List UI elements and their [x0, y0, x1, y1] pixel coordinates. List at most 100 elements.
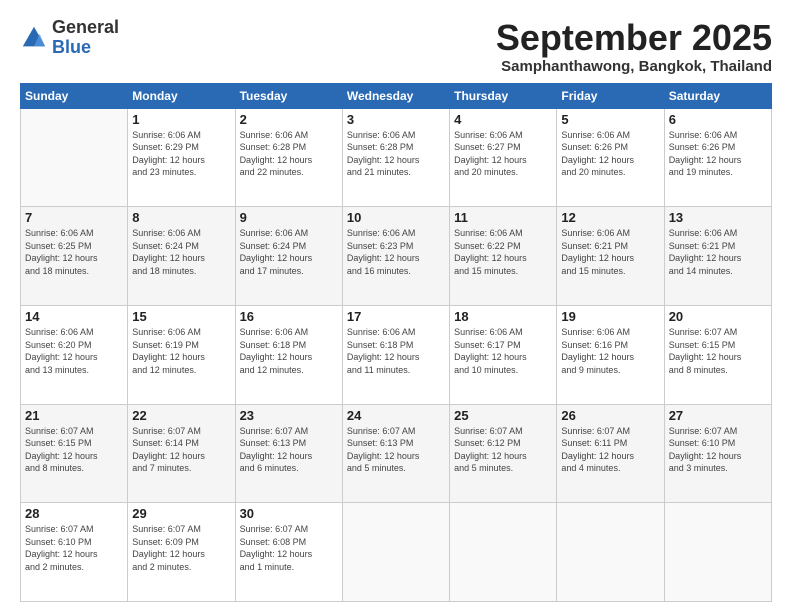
table-row: 11 Sunrise: 6:06 AM Sunset: 6:22 PM Dayli… [450, 207, 557, 306]
calendar-week-row: 14 Sunrise: 6:06 AM Sunset: 6:20 PM Dayli… [21, 305, 772, 404]
day-number: 25 [454, 408, 552, 423]
day-number: 3 [347, 112, 445, 127]
day-number: 4 [454, 112, 552, 127]
day-info: Sunrise: 6:06 AM Sunset: 6:21 PM Dayligh… [561, 227, 659, 277]
calendar-week-row: 21 Sunrise: 6:07 AM Sunset: 6:15 PM Dayli… [21, 404, 772, 503]
day-info: Sunrise: 6:06 AM Sunset: 6:28 PM Dayligh… [240, 129, 338, 179]
table-row: 12 Sunrise: 6:06 AM Sunset: 6:21 PM Dayli… [557, 207, 664, 306]
table-row: 24 Sunrise: 6:07 AM Sunset: 6:13 PM Dayli… [342, 404, 449, 503]
day-info: Sunrise: 6:06 AM Sunset: 6:29 PM Dayligh… [132, 129, 230, 179]
logo-icon [20, 24, 48, 52]
header-tuesday: Tuesday [235, 83, 342, 108]
table-row: 28 Sunrise: 6:07 AM Sunset: 6:10 PM Dayli… [21, 503, 128, 602]
day-number: 27 [669, 408, 767, 423]
title-block: September 2025 Samphanthawong, Bangkok, … [496, 18, 772, 75]
table-row: 30 Sunrise: 6:07 AM Sunset: 6:08 PM Dayli… [235, 503, 342, 602]
day-number: 5 [561, 112, 659, 127]
day-number: 28 [25, 506, 123, 521]
day-info: Sunrise: 6:06 AM Sunset: 6:27 PM Dayligh… [454, 129, 552, 179]
day-info: Sunrise: 6:07 AM Sunset: 6:15 PM Dayligh… [25, 425, 123, 475]
day-number: 16 [240, 309, 338, 324]
day-number: 9 [240, 210, 338, 225]
table-row: 10 Sunrise: 6:06 AM Sunset: 6:23 PM Dayli… [342, 207, 449, 306]
day-info: Sunrise: 6:07 AM Sunset: 6:13 PM Dayligh… [240, 425, 338, 475]
day-info: Sunrise: 6:07 AM Sunset: 6:10 PM Dayligh… [669, 425, 767, 475]
day-info: Sunrise: 6:06 AM Sunset: 6:22 PM Dayligh… [454, 227, 552, 277]
table-row: 21 Sunrise: 6:07 AM Sunset: 6:15 PM Dayli… [21, 404, 128, 503]
day-info: Sunrise: 6:06 AM Sunset: 6:21 PM Dayligh… [669, 227, 767, 277]
day-info: Sunrise: 6:06 AM Sunset: 6:19 PM Dayligh… [132, 326, 230, 376]
day-number: 30 [240, 506, 338, 521]
day-number: 20 [669, 309, 767, 324]
table-row: 2 Sunrise: 6:06 AM Sunset: 6:28 PM Daylig… [235, 108, 342, 207]
table-row: 1 Sunrise: 6:06 AM Sunset: 6:29 PM Daylig… [128, 108, 235, 207]
table-row: 18 Sunrise: 6:06 AM Sunset: 6:17 PM Dayli… [450, 305, 557, 404]
day-info: Sunrise: 6:07 AM Sunset: 6:14 PM Dayligh… [132, 425, 230, 475]
day-number: 10 [347, 210, 445, 225]
day-info: Sunrise: 6:06 AM Sunset: 6:24 PM Dayligh… [240, 227, 338, 277]
table-row: 17Sunrise: 6:06 AM Sunset: 6:18 PM Dayli… [342, 305, 449, 404]
day-info: Sunrise: 6:06 AM Sunset: 6:18 PM Dayligh… [240, 326, 338, 376]
table-row: 6 Sunrise: 6:06 AM Sunset: 6:26 PM Daylig… [664, 108, 771, 207]
table-row [450, 503, 557, 602]
table-row: 3 Sunrise: 6:06 AM Sunset: 6:28 PM Daylig… [342, 108, 449, 207]
table-row [557, 503, 664, 602]
day-info: Sunrise: 6:06 AM Sunset: 6:28 PM Dayligh… [347, 129, 445, 179]
table-row: 14 Sunrise: 6:06 AM Sunset: 6:20 PM Dayli… [21, 305, 128, 404]
month-title: September 2025 [496, 18, 772, 58]
day-number: 14 [25, 309, 123, 324]
day-info: Sunrise: 6:06 AM Sunset: 6:26 PM Dayligh… [561, 129, 659, 179]
day-info: Sunrise: 6:07 AM Sunset: 6:15 PM Dayligh… [669, 326, 767, 376]
table-row: 23 Sunrise: 6:07 AM Sunset: 6:13 PM Dayli… [235, 404, 342, 503]
table-row: 25Sunrise: 6:07 AM Sunset: 6:12 PM Dayli… [450, 404, 557, 503]
table-row: 9 Sunrise: 6:06 AM Sunset: 6:24 PM Daylig… [235, 207, 342, 306]
page: General Blue September 2025 Samphanthawo… [0, 0, 792, 612]
day-info: Sunrise: 6:06 AM Sunset: 6:16 PM Dayligh… [561, 326, 659, 376]
table-row: 26 Sunrise: 6:07 AM Sunset: 6:11 PM Dayli… [557, 404, 664, 503]
logo-text: General Blue [52, 18, 119, 58]
calendar-week-row: 28 Sunrise: 6:07 AM Sunset: 6:10 PM Dayli… [21, 503, 772, 602]
day-number: 1 [132, 112, 230, 127]
table-row: 19 Sunrise: 6:06 AM Sunset: 6:16 PM Dayli… [557, 305, 664, 404]
day-number: 21 [25, 408, 123, 423]
day-number: 26 [561, 408, 659, 423]
day-info: Sunrise: 6:06 AM Sunset: 6:26 PM Dayligh… [669, 129, 767, 179]
day-number: 19 [561, 309, 659, 324]
table-row: 20 Sunrise: 6:07 AM Sunset: 6:15 PM Dayli… [664, 305, 771, 404]
day-number: 29 [132, 506, 230, 521]
day-info: Sunrise: 6:07 AM Sunset: 6:10 PM Dayligh… [25, 523, 123, 573]
day-number: 2 [240, 112, 338, 127]
day-info: Sunrise: 6:06 AM Sunset: 6:17 PM Dayligh… [454, 326, 552, 376]
day-number: 17 [347, 309, 445, 324]
table-row [21, 108, 128, 207]
day-info: Sunrise: 6:06 AM Sunset: 6:24 PM Dayligh… [132, 227, 230, 277]
day-number: 24 [347, 408, 445, 423]
day-number: 7 [25, 210, 123, 225]
day-info: Sunrise: 6:07 AM Sunset: 6:09 PM Dayligh… [132, 523, 230, 573]
header-thursday: Thursday [450, 83, 557, 108]
day-number: 23 [240, 408, 338, 423]
day-number: 6 [669, 112, 767, 127]
day-number: 18 [454, 309, 552, 324]
day-info: Sunrise: 6:07 AM Sunset: 6:08 PM Dayligh… [240, 523, 338, 573]
day-info: Sunrise: 6:07 AM Sunset: 6:11 PM Dayligh… [561, 425, 659, 475]
location: Samphanthawong, Bangkok, Thailand [496, 58, 772, 75]
header-wednesday: Wednesday [342, 83, 449, 108]
header-monday: Monday [128, 83, 235, 108]
weekday-header-row: Sunday Monday Tuesday Wednesday Thursday… [21, 83, 772, 108]
day-info: Sunrise: 6:06 AM Sunset: 6:25 PM Dayligh… [25, 227, 123, 277]
table-row: 27 Sunrise: 6:07 AM Sunset: 6:10 PM Dayli… [664, 404, 771, 503]
day-number: 12 [561, 210, 659, 225]
calendar: Sunday Monday Tuesday Wednesday Thursday… [20, 83, 772, 602]
day-info: Sunrise: 6:06 AM Sunset: 6:23 PM Dayligh… [347, 227, 445, 277]
day-number: 15 [132, 309, 230, 324]
table-row [342, 503, 449, 602]
table-row: 8Sunrise: 6:06 AM Sunset: 6:24 PM Daylig… [128, 207, 235, 306]
table-row: 22Sunrise: 6:07 AM Sunset: 6:14 PM Dayli… [128, 404, 235, 503]
day-number: 11 [454, 210, 552, 225]
table-row: 5 Sunrise: 6:06 AM Sunset: 6:26 PM Daylig… [557, 108, 664, 207]
table-row: 15 Sunrise: 6:06 AM Sunset: 6:19 PM Dayli… [128, 305, 235, 404]
day-info: Sunrise: 6:06 AM Sunset: 6:20 PM Dayligh… [25, 326, 123, 376]
header-sunday: Sunday [21, 83, 128, 108]
day-info: Sunrise: 6:07 AM Sunset: 6:13 PM Dayligh… [347, 425, 445, 475]
